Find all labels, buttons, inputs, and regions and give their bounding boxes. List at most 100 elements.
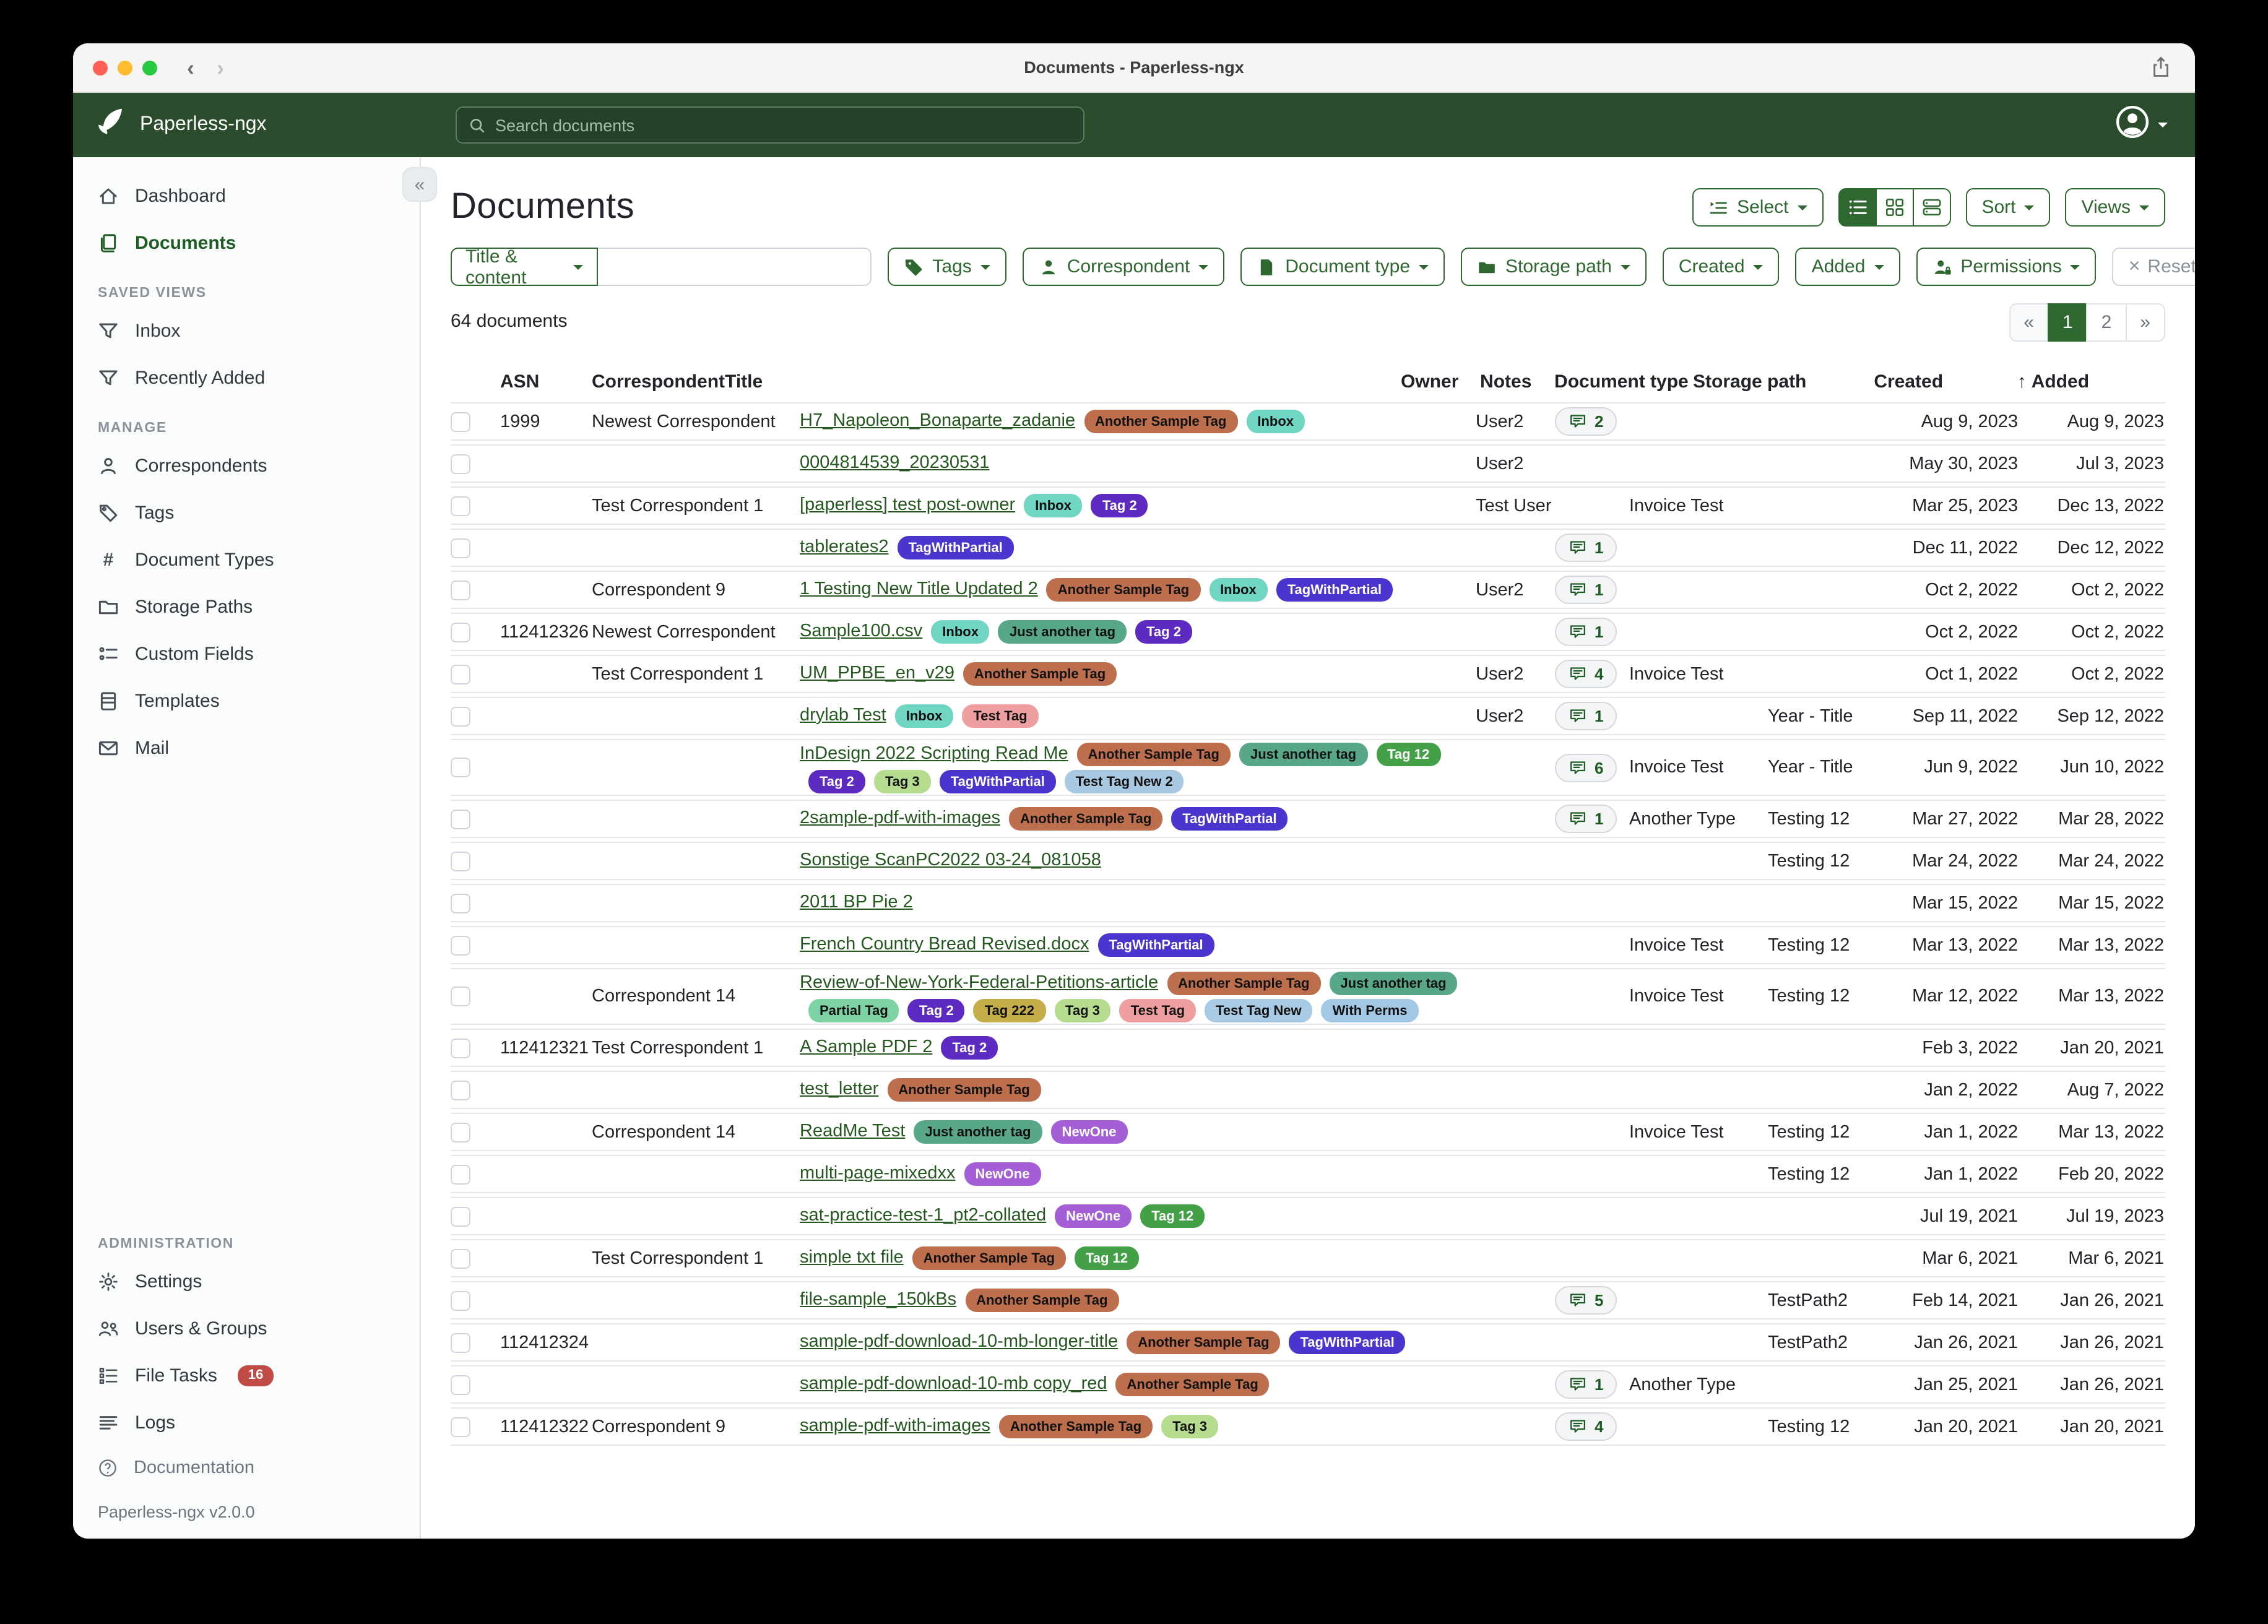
row-checkbox[interactable] bbox=[451, 1122, 470, 1142]
document-link[interactable]: A Sample PDF 2 bbox=[800, 1035, 932, 1061]
row-checkbox[interactable] bbox=[451, 1038, 470, 1058]
tag-tag-2[interactable]: Tag 2 bbox=[808, 770, 865, 793]
tag-another-sample-tag[interactable]: Another Sample Tag bbox=[912, 1246, 1066, 1270]
text-filter-target-dropdown[interactable]: Title & content bbox=[451, 248, 599, 286]
document-link[interactable]: 2011 BP Pie 2 bbox=[800, 890, 913, 916]
notes-badge[interactable]: 5 bbox=[1555, 1286, 1617, 1315]
tag-test-tag[interactable]: Test Tag bbox=[1120, 999, 1196, 1022]
tag-inbox[interactable]: Inbox bbox=[931, 620, 990, 644]
tag-tag-2[interactable]: Tag 2 bbox=[941, 1036, 998, 1060]
document-link[interactable]: sample-pdf-download-10-mb copy_red bbox=[800, 1371, 1107, 1397]
document-link[interactable]: Sample100.csv bbox=[800, 619, 922, 645]
tag-tag-222[interactable]: Tag 222 bbox=[974, 999, 1045, 1022]
tag-inbox[interactable]: Inbox bbox=[1024, 494, 1083, 517]
document-link[interactable]: [paperless] test post-owner bbox=[800, 493, 1015, 519]
row-checkbox[interactable] bbox=[451, 1080, 470, 1100]
tag-another-sample-tag[interactable]: Another Sample Tag bbox=[963, 662, 1117, 686]
row-checkbox[interactable] bbox=[451, 1332, 470, 1352]
document-link[interactable]: file-sample_150kBs bbox=[800, 1287, 956, 1313]
row-checkbox[interactable] bbox=[451, 1164, 470, 1184]
column-header-owner[interactable]: Owner bbox=[1401, 371, 1480, 392]
document-link[interactable]: sat-practice-test-1_pt2-collated bbox=[800, 1203, 1046, 1229]
tag-another-sample-tag[interactable]: Another Sample Tag bbox=[1127, 1331, 1280, 1354]
sidebar-item-mail[interactable]: Mail bbox=[73, 724, 420, 771]
sidebar-item-correspondents[interactable]: Correspondents bbox=[73, 442, 420, 489]
tag-another-sample-tag[interactable]: Another Sample Tag bbox=[1077, 743, 1231, 766]
tag-tagwithpartial[interactable]: TagWithPartial bbox=[1171, 807, 1288, 831]
tag-just-another-tag[interactable]: Just another tag bbox=[1239, 743, 1367, 766]
notes-badge[interactable]: 1 bbox=[1555, 702, 1617, 730]
row-checkbox[interactable] bbox=[451, 1206, 470, 1226]
sidebar-item-templates[interactable]: Templates bbox=[73, 677, 420, 724]
views-button[interactable]: Views bbox=[2066, 188, 2166, 227]
tag-inbox[interactable]: Inbox bbox=[1246, 410, 1305, 433]
tag-tag-3[interactable]: Tag 3 bbox=[1054, 999, 1111, 1022]
row-checkbox[interactable] bbox=[451, 1248, 470, 1268]
notes-badge[interactable]: 4 bbox=[1555, 660, 1617, 688]
document-link[interactable]: InDesign 2022 Scripting Read Me bbox=[800, 741, 1068, 767]
sidebar-item-recently-added[interactable]: Recently Added bbox=[73, 354, 420, 401]
pagination-page-2[interactable]: 2 bbox=[2087, 303, 2127, 342]
column-header-storage-path[interactable]: Storage path bbox=[1693, 371, 1817, 392]
document-link[interactable]: 0004814539_20230531 bbox=[800, 451, 989, 477]
tag-tag-2[interactable]: Tag 2 bbox=[908, 999, 965, 1022]
sidebar-item-documentation[interactable]: Documentation bbox=[73, 1446, 420, 1490]
tag-tagwithpartial[interactable]: TagWithPartial bbox=[940, 770, 1056, 793]
document-link[interactable]: Sonstige ScanPC2022 03-24_081058 bbox=[800, 848, 1101, 874]
tag-newone[interactable]: NewOne bbox=[1055, 1204, 1132, 1228]
sidebar-item-storage-paths[interactable]: Storage Paths bbox=[73, 583, 420, 630]
tag-tagwithpartial[interactable]: TagWithPartial bbox=[898, 536, 1014, 559]
notes-badge[interactable]: 1 bbox=[1555, 1370, 1617, 1399]
column-header-asn[interactable]: ASN bbox=[500, 371, 592, 392]
row-checkbox[interactable] bbox=[451, 664, 470, 684]
tag-tag-2[interactable]: Tag 2 bbox=[1091, 494, 1148, 517]
filter-tags-button[interactable]: Tags bbox=[888, 248, 1006, 286]
row-checkbox[interactable] bbox=[451, 412, 470, 431]
document-link[interactable]: sample-pdf-download-10-mb-longer-title bbox=[800, 1329, 1118, 1355]
document-link[interactable]: 1 Testing New Title Updated 2 bbox=[800, 577, 1038, 603]
notes-badge[interactable]: 1 bbox=[1555, 805, 1617, 833]
view-mode-grid-button[interactable] bbox=[1875, 188, 1913, 227]
column-header-document-type[interactable]: Document type bbox=[1554, 371, 1693, 392]
row-checkbox[interactable] bbox=[451, 454, 470, 473]
row-checkbox[interactable] bbox=[451, 893, 470, 913]
document-link[interactable]: French Country Bread Revised.docx bbox=[800, 932, 1089, 958]
notes-badge[interactable]: 4 bbox=[1555, 1412, 1617, 1441]
row-checkbox[interactable] bbox=[451, 1375, 470, 1394]
document-link[interactable]: test_letter bbox=[800, 1077, 878, 1103]
filter-added-button[interactable]: Added bbox=[1796, 248, 1900, 286]
sidebar-item-file-tasks[interactable]: File Tasks16 bbox=[73, 1352, 420, 1399]
tag-just-another-tag[interactable]: Just another tag bbox=[998, 620, 1127, 644]
tag-newone[interactable]: NewOne bbox=[1051, 1120, 1128, 1144]
notes-badge[interactable]: 1 bbox=[1555, 533, 1617, 562]
column-header-notes[interactable]: Notes bbox=[1480, 371, 1554, 392]
tag-tagwithpartial[interactable]: TagWithPartial bbox=[1276, 578, 1393, 602]
view-mode-detail-button[interactable] bbox=[1912, 188, 1950, 227]
tag-tagwithpartial[interactable]: TagWithPartial bbox=[1289, 1331, 1406, 1354]
document-link[interactable]: tablerates2 bbox=[800, 535, 889, 561]
tag-tag-12[interactable]: Tag 12 bbox=[1075, 1246, 1139, 1270]
tag-newone[interactable]: NewOne bbox=[964, 1162, 1041, 1186]
tag-test-tag[interactable]: Test Tag bbox=[962, 704, 1038, 728]
search-input[interactable] bbox=[495, 116, 1072, 134]
global-search[interactable] bbox=[456, 106, 1084, 144]
sidebar-item-users-groups[interactable]: Users & Groups bbox=[73, 1305, 420, 1352]
tag-tag-2[interactable]: Tag 2 bbox=[1135, 620, 1192, 644]
column-header-correspondent[interactable]: Correspondent bbox=[592, 371, 725, 392]
sidebar-item-dashboard[interactable]: Dashboard bbox=[73, 172, 420, 219]
notes-badge[interactable]: 1 bbox=[1555, 576, 1617, 604]
document-link[interactable]: 2sample-pdf-with-images bbox=[800, 806, 1000, 832]
tag-another-sample-tag[interactable]: Another Sample Tag bbox=[1167, 972, 1320, 995]
row-checkbox[interactable] bbox=[451, 496, 470, 516]
tag-tag-12[interactable]: Tag 12 bbox=[1140, 1204, 1205, 1228]
notes-badge[interactable]: 6 bbox=[1555, 753, 1617, 782]
tag-inbox[interactable]: Inbox bbox=[1209, 578, 1268, 602]
row-checkbox[interactable] bbox=[451, 580, 470, 600]
filter-document-type-button[interactable]: Document type bbox=[1240, 248, 1445, 286]
row-checkbox[interactable] bbox=[451, 935, 470, 955]
row-checkbox[interactable] bbox=[451, 851, 470, 871]
sidebar-item-tags[interactable]: Tags bbox=[73, 489, 420, 536]
document-link[interactable]: UM_PPBE_en_v29 bbox=[800, 661, 954, 687]
tag-tag-3[interactable]: Tag 3 bbox=[1161, 1415, 1218, 1438]
tag-another-sample-tag[interactable]: Another Sample Tag bbox=[1084, 410, 1237, 433]
